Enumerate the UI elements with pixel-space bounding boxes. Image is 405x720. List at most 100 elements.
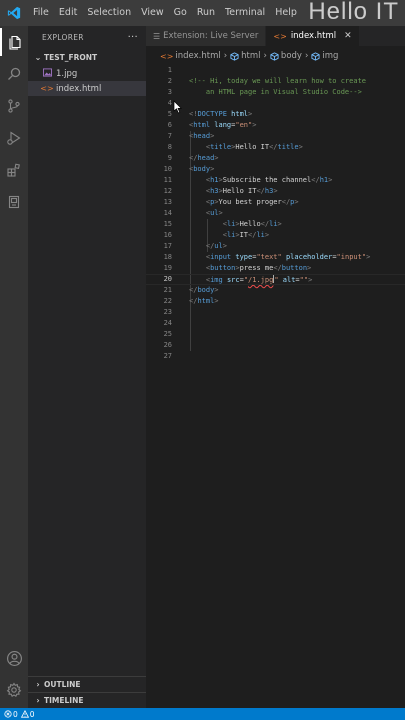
code-line[interactable]: <html lang="en"> (189, 120, 405, 131)
line-number: 16 (163, 231, 172, 239)
line-number: 27 (163, 352, 172, 360)
image-file-icon (40, 68, 54, 79)
explorer-sidebar: EXPLORER ··· ⌄ TEST_FRONT 1.jpg <> index… (28, 26, 146, 708)
close-icon[interactable]: ✕ (344, 31, 352, 41)
html-file-icon: <> (273, 31, 287, 41)
code-line[interactable]: <input type="text" placeholder="input"> (189, 252, 405, 263)
code-line[interactable]: <button>press me</button> (189, 263, 405, 274)
code-line[interactable] (189, 351, 405, 362)
code-line[interactable]: <ul> (189, 208, 405, 219)
folder-header[interactable]: ⌄ TEST_FRONT (28, 48, 146, 66)
line-number: 10 (163, 165, 172, 173)
code-line[interactable]: <h1>Subscribe the channel</h1> (189, 175, 405, 186)
code-line[interactable]: <!DOCTYPE html> (189, 109, 405, 120)
line-number: 21 (163, 286, 172, 294)
line-number: 15 (163, 220, 172, 228)
code-line[interactable]: <p>You best proger</p> (189, 197, 405, 208)
timeline-section[interactable]: › TIMELINE (28, 692, 146, 707)
code-editor[interactable]: 1 2 3 4 5 6 7 8 9 10 11 12 13 14 15 16 17 18 19 20 21 22 23 24 2… (146, 65, 405, 708)
chevron-right-icon: › (36, 695, 40, 705)
line-number: 3 (167, 88, 172, 96)
line-number: 6 (167, 121, 172, 129)
line-number: 9 (167, 154, 172, 162)
code-line[interactable] (189, 318, 405, 329)
code-line[interactable]: </ul> (189, 241, 405, 252)
vscode-logo-icon[interactable] (0, 0, 28, 26)
html-file-icon: <> (160, 51, 174, 61)
breadcrumb-item[interactable]: html (241, 51, 260, 61)
folder-name: TEST_FRONT (44, 52, 98, 62)
code-line[interactable] (189, 65, 405, 76)
menu-selection[interactable]: Selection (82, 0, 136, 26)
search-icon[interactable] (0, 60, 28, 88)
more-actions-button[interactable]: ··· (128, 32, 138, 43)
timeline-label: TIMELINE (44, 695, 84, 705)
html-file-icon: <> (40, 84, 54, 93)
code-line[interactable]: </html> (189, 296, 405, 307)
menu-edit[interactable]: Edit (54, 0, 82, 26)
tab-live-server[interactable]: ☰ Extension: Live Server (146, 26, 267, 46)
tab-index-html[interactable]: <> index.html ✕ (266, 26, 360, 46)
code-line[interactable] (189, 307, 405, 318)
code-line[interactable]: <img src="/1.jpg" alt=""> (146, 274, 405, 285)
code-line[interactable]: <!-- Hi, today we will learn how to crea… (189, 76, 405, 87)
code-line[interactable]: <head> (189, 131, 405, 142)
warning-count: 0 (29, 709, 35, 719)
line-number: 17 (163, 242, 172, 250)
channel-watermark: Hello IT (308, 0, 399, 25)
tab-label: index.html (290, 31, 337, 41)
code-line[interactable]: <li>Hello</li> (189, 219, 405, 230)
extensions-icon[interactable] (0, 156, 28, 184)
file-name: 1.jpg (56, 68, 78, 79)
line-number: 8 (167, 143, 172, 151)
breadcrumb-item[interactable]: body (281, 51, 302, 61)
code-line[interactable]: an HTML page in Visual Studio Code--> (189, 87, 405, 98)
code-line[interactable]: <h3>Hello IT</h3> (189, 186, 405, 197)
code-line[interactable]: </body> (189, 285, 405, 296)
menu-file[interactable]: File (28, 0, 54, 26)
line-number: 7 (167, 132, 172, 140)
code-line[interactable] (189, 340, 405, 351)
line-number: 11 (163, 176, 172, 184)
tab-label: Extension: Live Server (163, 31, 259, 41)
run-debug-icon[interactable] (0, 124, 28, 152)
line-number: 19 (163, 264, 172, 272)
breadcrumb-item[interactable]: index.html (175, 51, 220, 61)
code-line[interactable]: <title>Hello IT</title> (189, 142, 405, 153)
settings-gear-icon[interactable] (0, 676, 28, 704)
code-line[interactable]: </head> (189, 153, 405, 164)
menu-run[interactable]: Run (192, 0, 220, 26)
line-number: 2 (167, 77, 172, 85)
extension-tab-icon: ☰ (153, 31, 161, 41)
code-line[interactable] (189, 329, 405, 340)
outline-section[interactable]: › OUTLINE (28, 676, 146, 691)
mouse-pointer-icon (173, 100, 182, 114)
code-line[interactable]: <body> (189, 164, 405, 175)
menu-view[interactable]: View (136, 0, 169, 26)
menu-terminal[interactable]: Terminal (220, 0, 270, 26)
source-control-icon[interactable] (0, 92, 28, 120)
editor-tabs: ☰ Extension: Live Server <> index.html ✕ (146, 26, 405, 46)
file-item-html[interactable]: <> index.html (28, 81, 146, 96)
element-cube-icon (270, 51, 279, 61)
file-item-image[interactable]: 1.jpg (28, 66, 146, 81)
menu-go[interactable]: Go (169, 0, 192, 26)
breadcrumb-item[interactable]: img (322, 51, 338, 61)
account-icon[interactable] (0, 644, 28, 672)
code-area[interactable]: <!-- Hi, today we will learn how to crea… (146, 65, 405, 362)
element-cube-icon (311, 51, 320, 61)
element-cube-icon (230, 51, 239, 61)
explorer-header: EXPLORER ··· (28, 26, 146, 48)
code-line[interactable]: <li>IT</li> (189, 230, 405, 241)
line-number: 18 (163, 253, 172, 261)
line-number: 13 (163, 198, 172, 206)
explorer-icon[interactable] (0, 28, 28, 56)
problems-indicator[interactable]: 0 0 (4, 710, 35, 719)
menu-help[interactable]: Help (270, 0, 302, 26)
code-line[interactable] (189, 98, 405, 109)
breadcrumb: <> index.html › html › body › img (146, 47, 405, 65)
remote-explorer-icon[interactable] (0, 188, 28, 216)
status-bar: 0 0 (0, 708, 405, 720)
outline-label: OUTLINE (44, 679, 81, 689)
chevron-down-icon: ⌄ (34, 52, 42, 62)
